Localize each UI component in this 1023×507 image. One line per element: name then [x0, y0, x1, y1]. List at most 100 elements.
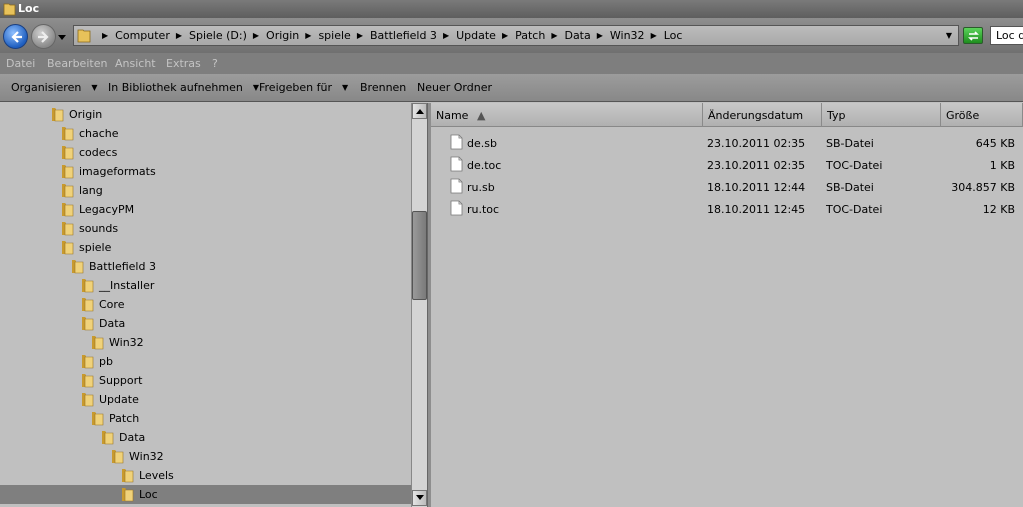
tree-item-label: Win32 — [129, 450, 164, 463]
folder-icon — [61, 145, 74, 163]
tree-item[interactable]: pb — [0, 352, 411, 371]
tree-item[interactable]: Loc — [0, 485, 411, 504]
tree-item-label: spiele — [79, 241, 112, 254]
breadcrumb-arrow-icon[interactable]: ▶ — [357, 31, 363, 40]
tree-item[interactable]: LegacyPM — [0, 200, 411, 219]
address-bar[interactable]: ▶ Computer ▶ Spiele (D:) ▶ Origin ▶ spiele ▶ Batt… — [73, 25, 959, 46]
share-button[interactable]: Freigeben für ▼ — [259, 81, 348, 94]
breadcrumb-arrow-icon[interactable]: ▶ — [597, 31, 603, 40]
tree-item[interactable]: Levels — [0, 466, 411, 485]
breadcrumb-arrow-icon[interactable]: ▶ — [305, 31, 311, 40]
breadcrumb-arrow-icon[interactable]: ▶ — [651, 31, 657, 40]
breadcrumb-arrow-icon[interactable]: ▶ — [102, 31, 108, 40]
tree-item[interactable]: codecs — [0, 143, 411, 162]
recent-pages-dropdown-icon[interactable] — [58, 31, 66, 44]
tree-item[interactable]: Origin — [0, 105, 411, 124]
breadcrumb-label: Loc — [663, 29, 683, 42]
breadcrumb-item[interactable]: ▶ Spiele (D:) — [170, 29, 247, 42]
tree-item-label: Support — [99, 374, 143, 387]
scroll-down-button[interactable] — [412, 490, 427, 506]
file-row[interactable]: ru.sb 18.10.2011 12:44 SB-Datei 304.857 KB — [431, 176, 1023, 198]
address-history-dropdown-icon[interactable]: ▼ — [946, 31, 952, 40]
breadcrumb-item[interactable]: ▶ Update — [437, 29, 496, 42]
breadcrumb-item[interactable]: ▶ Battlefield 3 — [351, 29, 437, 42]
chevron-down-icon: ▼ — [91, 83, 98, 92]
tree-item[interactable]: Win32 — [0, 447, 411, 466]
breadcrumb-arrow-icon[interactable]: ▶ — [253, 31, 259, 40]
file-size: 12 KB — [982, 203, 1015, 216]
back-button[interactable] — [3, 24, 28, 49]
file-row[interactable]: de.toc 23.10.2011 02:35 TOC-Datei 1 KB — [431, 154, 1023, 176]
column-header: Name ▲ Änderungsdatum Typ Größe — [431, 103, 1023, 127]
file-name: de.toc — [467, 159, 502, 172]
tree-item[interactable]: __Installer — [0, 276, 411, 295]
folder-icon — [81, 392, 94, 410]
refresh-button[interactable] — [963, 27, 983, 44]
tree-item[interactable]: lang — [0, 181, 411, 200]
column-date-header[interactable]: Änderungsdatum — [703, 103, 822, 127]
tree-item[interactable]: chache — [0, 124, 411, 143]
include-library-button[interactable]: In Bibliothek aufnehmen ▼ — [108, 81, 259, 94]
tree-item[interactable]: imageformats — [0, 162, 411, 181]
breadcrumb-item[interactable]: ▶ spiele — [299, 29, 351, 42]
tree-item[interactable]: sounds — [0, 219, 411, 238]
scroll-up-button[interactable] — [412, 103, 427, 119]
title-bar[interactable]: Loc — [0, 0, 1023, 18]
menu-ansicht[interactable]: Ansicht — [115, 57, 156, 70]
breadcrumb-arrow-icon[interactable]: ▶ — [443, 31, 449, 40]
column-type-header[interactable]: Typ — [822, 103, 941, 127]
tree-item[interactable]: Update — [0, 390, 411, 409]
tree-item-label: Core — [99, 298, 125, 311]
folder-icon — [91, 335, 104, 353]
file-size: 645 KB — [975, 137, 1015, 150]
file-icon — [450, 200, 463, 219]
column-name-header[interactable]: Name ▲ — [431, 103, 703, 127]
file-row[interactable]: ru.toc 18.10.2011 12:45 TOC-Datei 12 KB — [431, 198, 1023, 220]
breadcrumb-arrow-icon[interactable]: ▶ — [176, 31, 182, 40]
breadcrumb-label: Battlefield 3 — [369, 29, 437, 42]
breadcrumb-label: Patch — [515, 29, 546, 42]
file-row[interactable]: de.sb 23.10.2011 02:35 SB-Datei 645 KB — [431, 132, 1023, 154]
sort-ascending-icon: ▲ — [477, 109, 486, 122]
menu-help[interactable]: ? — [212, 57, 218, 70]
scroll-thumb[interactable] — [412, 211, 427, 300]
menu-bearbeiten[interactable]: Bearbeiten — [47, 57, 107, 70]
menu-extras[interactable]: Extras — [166, 57, 201, 70]
breadcrumb-item[interactable]: ▶ Computer — [96, 29, 170, 42]
scroll-up-icon — [416, 109, 424, 114]
tree-item[interactable]: spiele — [0, 238, 411, 257]
breadcrumb-item[interactable]: ▶ Loc — [645, 29, 683, 42]
tree-item[interactable]: Data — [0, 314, 411, 333]
tree-item[interactable]: Battlefield 3 — [0, 257, 411, 276]
file-type: SB-Datei — [826, 137, 874, 150]
tree-scrollbar[interactable] — [411, 103, 427, 507]
tree-item[interactable]: Core — [0, 295, 411, 314]
new-folder-button[interactable]: Neuer Ordner — [417, 81, 492, 94]
breadcrumb-label: Origin — [266, 29, 300, 42]
window-title: Loc — [18, 2, 40, 15]
burn-button[interactable]: Brennen — [360, 81, 406, 94]
breadcrumb-item[interactable]: ▶ Win32 — [591, 29, 645, 42]
breadcrumb-item[interactable]: ▶ Origin — [247, 29, 299, 42]
breadcrumb-item[interactable]: ▶ Data — [545, 29, 590, 42]
forward-button[interactable] — [31, 24, 56, 49]
column-size-header[interactable]: Größe — [941, 103, 1023, 127]
tree-item[interactable]: Support — [0, 371, 411, 390]
tree-item[interactable]: Win32 — [0, 333, 411, 352]
breadcrumb-arrow-icon[interactable]: ▶ — [551, 31, 557, 40]
search-input[interactable]: Loc d — [990, 26, 1023, 45]
file-date: 18.10.2011 12:45 — [707, 203, 806, 216]
folder-icon — [81, 278, 94, 296]
folder-icon — [121, 468, 134, 486]
tree-item-label: pb — [99, 355, 113, 368]
chevron-down-icon: ▼ — [341, 83, 349, 92]
tree-item[interactable]: Data — [0, 428, 411, 447]
file-date: 23.10.2011 02:35 — [707, 137, 806, 150]
navigation-tree[interactable]: Origin chache codecs imageformats lang Legacy… — [0, 103, 411, 507]
tree-item[interactable]: Patch — [0, 409, 411, 428]
organize-button[interactable]: Organisieren ▼ — [11, 81, 97, 94]
breadcrumb-item[interactable]: ▶ Patch — [496, 29, 545, 42]
menu-datei[interactable]: Datei — [6, 57, 35, 70]
file-date: 23.10.2011 02:35 — [707, 159, 806, 172]
breadcrumb-arrow-icon[interactable]: ▶ — [502, 31, 508, 40]
